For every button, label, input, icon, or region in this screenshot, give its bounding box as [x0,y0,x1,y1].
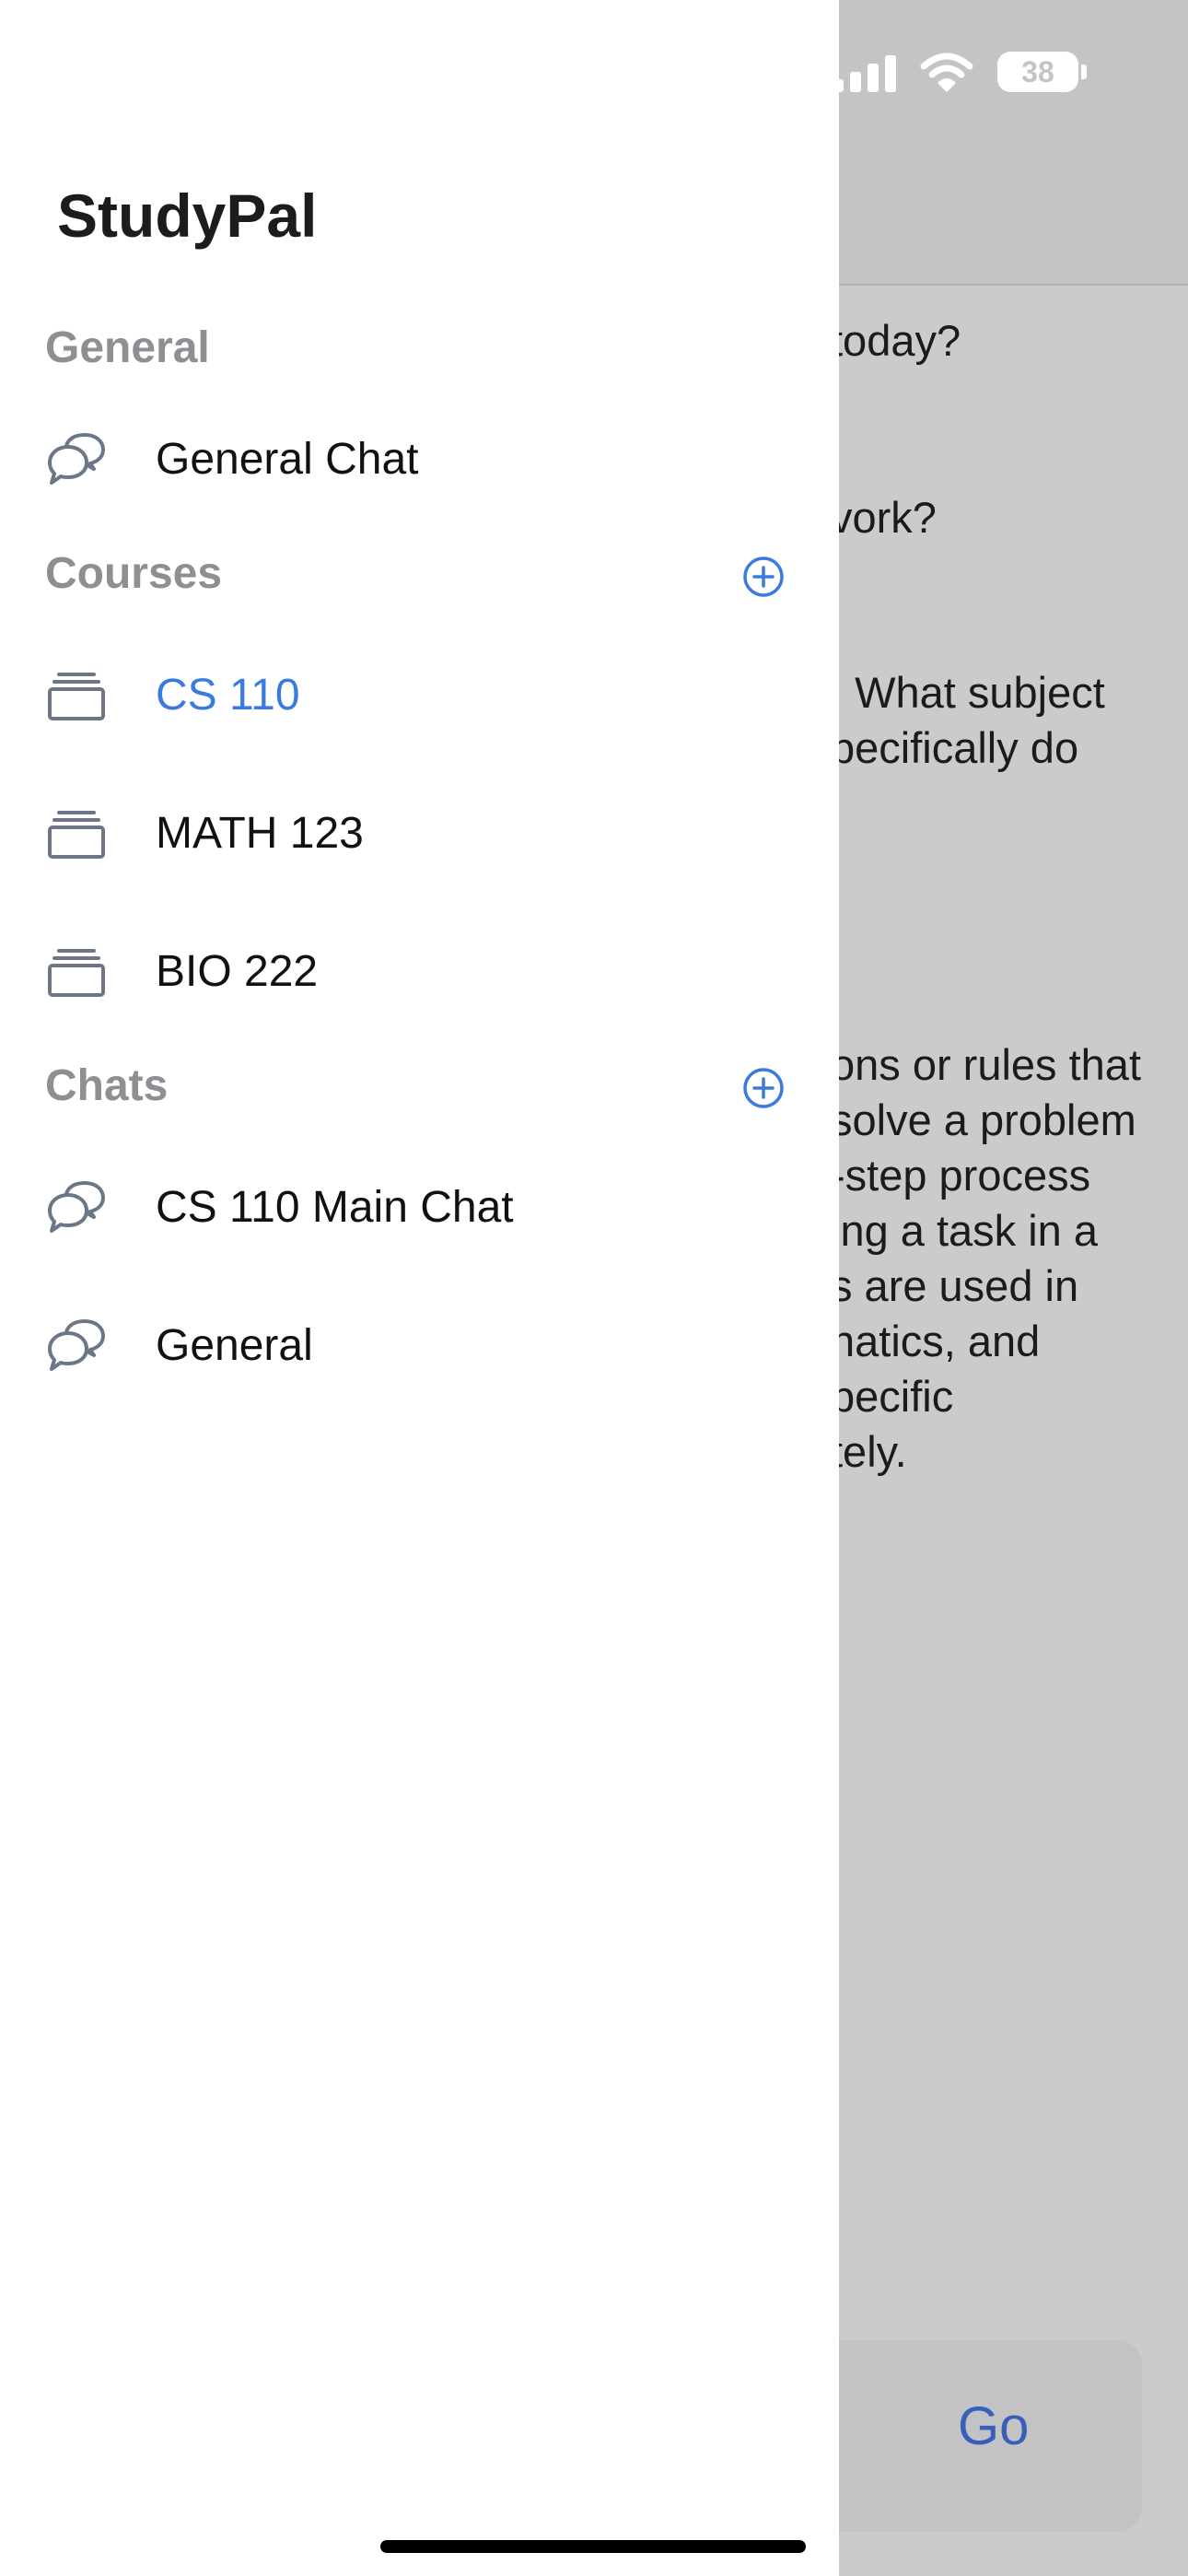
cellular-signal-icon [833,52,896,92]
chat-bubbles-icon [48,1319,105,1371]
chat-bubbles-icon [48,433,105,485]
message-text-line: -step process [831,1151,1091,1200]
message-text-line: solve a problem [831,1095,1136,1144]
navigation-drawer: StudyPal General General Chat Courses CS… [0,0,839,2576]
drawer-item-label: General [156,1320,313,1370]
section-header-chats: Chats [45,1061,169,1110]
drawer-item-label: CS 110 Main Chat [156,1182,514,1232]
battery-level: 38 [997,52,1078,92]
message-text-line: ons or rules that [831,1040,1142,1089]
message-text-line: pecifically do [831,723,1079,772]
message-text-line: tely. [831,1427,907,1476]
drawer-item-math-123[interactable]: MATH 123 [0,778,839,888]
drawer-item-general-chat[interactable]: General Chat [0,404,839,514]
message-text-line: s are used in [831,1261,1079,1310]
message-text-line: today? [831,316,961,365]
drawer-item-general[interactable]: General [0,1290,839,1400]
wifi-icon [920,53,973,92]
drawer-item-label: BIO 222 [156,946,319,996]
drawer-item-cs-110[interactable]: CS 110 [0,639,839,750]
add-course-button[interactable] [741,555,786,599]
message-text-line: natics, and [831,1317,1041,1365]
home-indicator[interactable] [380,2540,806,2553]
stack-icon [48,949,105,997]
section-header-courses: Courses [45,549,223,598]
add-chat-button[interactable] [741,1066,786,1110]
section-header-general: General [45,323,210,372]
drawer-item-cs-110-main-chat[interactable]: CS 110 Main Chat [0,1152,839,1262]
message-text-line: vork? [831,493,937,542]
message-text-line: pecific [831,1372,954,1421]
status-bar: 38 [833,52,1087,92]
stack-icon [48,811,105,859]
drawer-item-label: MATH 123 [156,808,364,858]
go-button[interactable]: Go [958,2395,1029,2457]
battery-icon: 38 [997,52,1087,92]
message-text-line: . What subject [831,668,1105,717]
app-title: StudyPal [57,181,318,250]
drawer-item-bio-222[interactable]: BIO 222 [0,916,839,1026]
drawer-item-label: CS 110 [156,670,300,720]
stack-icon [48,673,105,720]
message-text-line: ing a task in a [831,1206,1099,1255]
chat-bubbles-icon [48,1181,105,1233]
drawer-item-label: General Chat [156,434,419,484]
